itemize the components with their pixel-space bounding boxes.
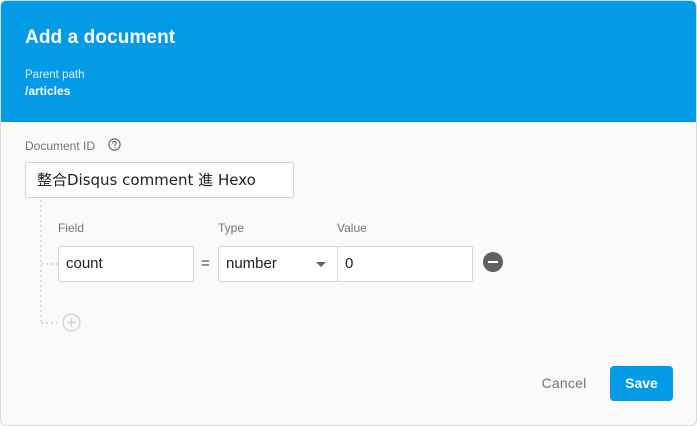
dialog-title: Add a document — [25, 27, 176, 48]
add-document-dialog: Add a document Parent path /articles Doc… — [0, 0, 697, 426]
field-column-label: Field — [58, 221, 85, 235]
help-circle-icon[interactable] — [108, 138, 121, 151]
dropdown-arrow-icon — [316, 262, 326, 267]
field-value-input[interactable]: 0 — [337, 246, 473, 282]
value-column-label: Value — [337, 221, 367, 235]
document-id-input[interactable]: 整合Disqus comment 進 Hexo — [25, 162, 294, 198]
cancel-button[interactable]: Cancel — [531, 366, 597, 401]
type-column-label: Type — [218, 221, 245, 235]
field-name-input[interactable]: count — [58, 246, 194, 282]
type-select[interactable]: number — [218, 246, 338, 282]
parent-path-label: Parent path — [25, 69, 85, 81]
save-button[interactable]: Save — [610, 366, 673, 401]
parent-path-value: /articles — [25, 84, 71, 98]
add-circle-icon[interactable] — [62, 313, 81, 332]
dialog-header: Add a document Parent path /articles — [1, 1, 696, 122]
remove-circle-icon[interactable] — [483, 252, 503, 272]
equals-sign: = — [201, 255, 210, 272]
document-id-label: Document ID — [25, 139, 96, 153]
type-select-value: number — [226, 255, 277, 272]
